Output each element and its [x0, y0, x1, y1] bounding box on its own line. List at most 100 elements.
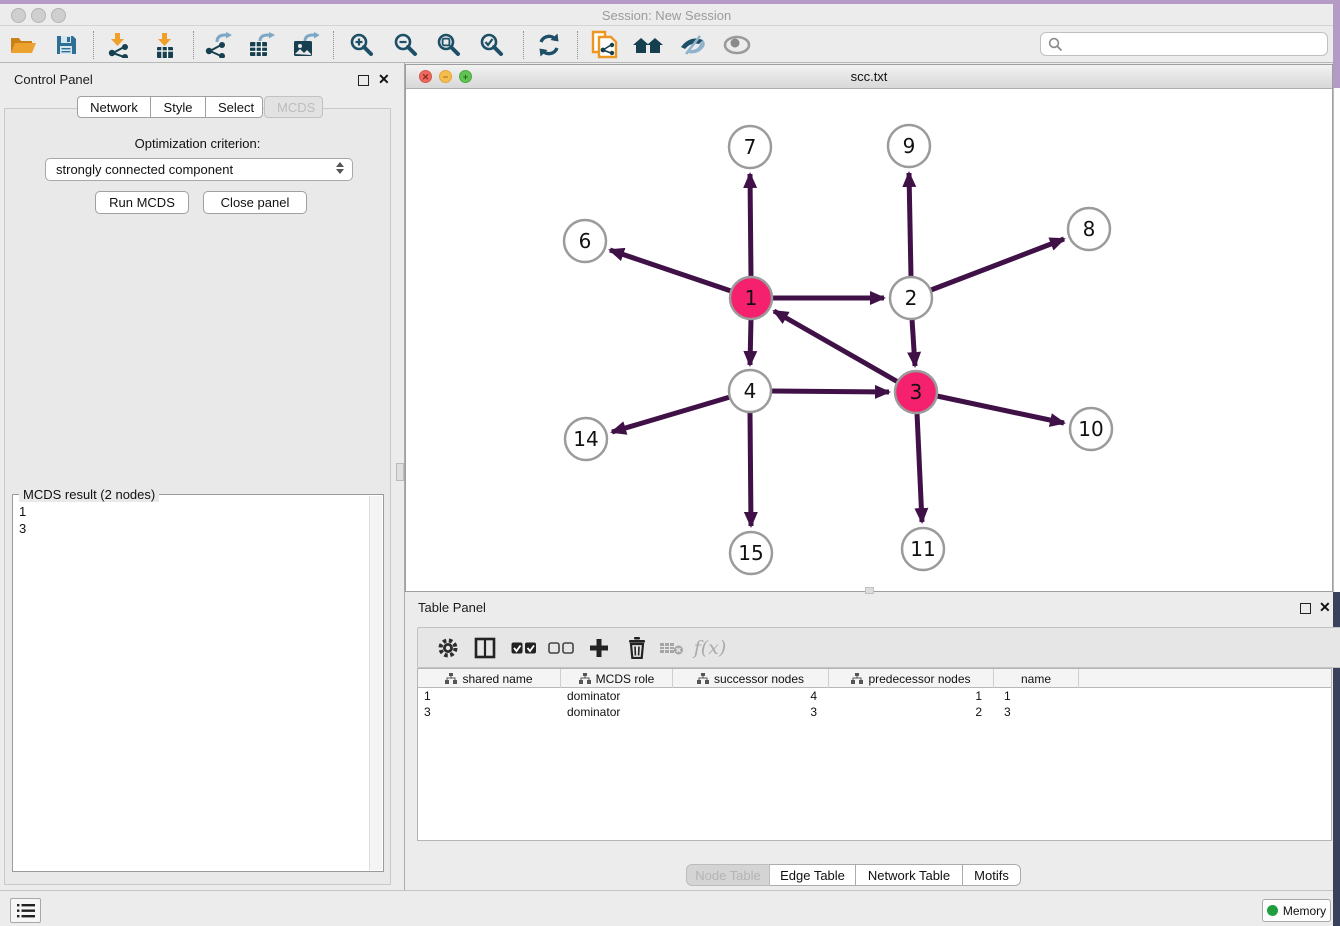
column-header-mcds-role[interactable]: MCDS role	[561, 669, 673, 688]
zoom-out-icon[interactable]	[389, 30, 423, 60]
open-session-icon[interactable]	[6, 30, 40, 60]
save-session-icon[interactable]	[49, 30, 83, 60]
edge-2-9[interactable]	[909, 173, 911, 277]
export-image-icon[interactable]	[288, 30, 322, 60]
criterion-dropdown[interactable]: strongly connected component	[45, 158, 353, 181]
export-network-icon[interactable]	[201, 30, 235, 60]
svg-text:2: 2	[905, 286, 918, 310]
settings-gear-icon[interactable]	[432, 633, 464, 663]
delete-table-icon[interactable]	[656, 633, 688, 663]
edge-3-1[interactable]	[774, 311, 898, 382]
tab-style[interactable]: Style	[151, 96, 206, 118]
node-table-header: shared name MCDS role successor nodes pr…	[418, 669, 1331, 688]
svg-text:14: 14	[573, 427, 598, 451]
float-table-panel-icon[interactable]	[1300, 601, 1311, 619]
node-table: shared name MCDS role successor nodes pr…	[417, 668, 1332, 841]
zoom-fit-icon[interactable]	[432, 30, 466, 60]
result-line: 1	[19, 503, 377, 520]
edge-1-7[interactable]	[750, 174, 751, 277]
export-table-icon[interactable]	[244, 30, 278, 60]
desktop-edge-right-mid	[1333, 88, 1340, 592]
close-table-panel-icon[interactable]: ✕	[1319, 602, 1331, 613]
select-all-rows-icon[interactable]	[508, 633, 540, 663]
status-bar: Memory	[0, 890, 1333, 926]
minimize-window-button[interactable]	[31, 8, 46, 23]
window-title: Session: New Session	[0, 8, 1333, 23]
tab-node-table[interactable]: Node Table	[686, 864, 770, 886]
import-network-icon[interactable]	[101, 30, 135, 60]
edge-4-3[interactable]	[771, 391, 889, 392]
table-row[interactable]: 1 dominator 4 1 1	[418, 688, 1331, 704]
result-scrollbar[interactable]	[369, 496, 382, 870]
horizontal-splitter-grip[interactable]	[865, 587, 874, 594]
show-hidden-icon[interactable]	[720, 30, 754, 60]
memory-button[interactable]: Memory	[1262, 899, 1331, 922]
zoom-window-button[interactable]	[51, 8, 66, 23]
column-header-name[interactable]: name	[994, 669, 1079, 688]
node-2[interactable]: 2	[890, 277, 932, 319]
hide-selected-icon[interactable]	[675, 30, 709, 60]
node-10[interactable]: 10	[1070, 408, 1112, 450]
network-window: ✕ − + scc.txt	[405, 64, 1333, 592]
node-1-selected[interactable]: 1	[730, 277, 772, 319]
edge-1-6[interactable]	[610, 250, 731, 291]
edge-1-4[interactable]	[750, 319, 751, 365]
column-header-successor-nodes[interactable]: successor nodes	[673, 669, 829, 688]
result-line: 3	[19, 520, 377, 537]
import-table-icon[interactable]	[148, 30, 182, 60]
network-window-titlebar[interactable]: ✕ − + scc.txt	[406, 65, 1332, 89]
main-toolbar	[0, 27, 1333, 63]
edge-3-11[interactable]	[917, 413, 922, 522]
split-view-icon[interactable]	[469, 633, 501, 663]
attribute-icon	[851, 673, 863, 684]
column-header-shared-name[interactable]: shared name	[418, 669, 561, 688]
tab-mcds[interactable]: MCDS	[264, 96, 323, 118]
node-9[interactable]: 9	[888, 125, 930, 167]
tab-network-table[interactable]: Network Table	[856, 864, 963, 886]
node-8[interactable]: 8	[1068, 208, 1110, 250]
svg-text:7: 7	[744, 135, 757, 159]
refresh-view-icon[interactable]	[532, 30, 566, 60]
close-panel-icon[interactable]: ✕	[378, 74, 390, 85]
edge-4-14[interactable]	[612, 397, 730, 432]
memory-status-icon	[1267, 905, 1278, 916]
tab-network[interactable]: Network	[77, 96, 151, 118]
vertical-splitter-grip[interactable]	[396, 463, 404, 481]
node-11[interactable]: 11	[902, 528, 944, 570]
svg-text:15: 15	[738, 541, 763, 565]
table-row[interactable]: 3 dominator 3 2 3	[418, 704, 1331, 720]
tab-select[interactable]: Select	[206, 96, 263, 118]
node-4[interactable]: 4	[729, 370, 771, 412]
control-panel: Control Panel ✕ Network Style Select MCD…	[0, 63, 395, 890]
column-header-predecessor-nodes[interactable]: predecessor nodes	[829, 669, 994, 688]
run-mcds-button[interactable]: Run MCDS	[95, 191, 189, 214]
node-6[interactable]: 6	[564, 220, 606, 262]
node-14[interactable]: 14	[565, 418, 607, 460]
list-icon	[17, 904, 35, 918]
node-7[interactable]: 7	[729, 126, 771, 168]
edge-2-3[interactable]	[912, 319, 915, 366]
edge-4-15[interactable]	[750, 412, 751, 526]
network-canvas[interactable]: 7 9 6 8 1 2 4 3 14 10 15 11	[406, 89, 1332, 591]
edge-2-8[interactable]	[931, 239, 1064, 290]
delete-columns-trash-icon[interactable]	[621, 633, 653, 663]
deselect-all-rows-icon[interactable]	[545, 633, 577, 663]
node-3-selected[interactable]: 3	[895, 371, 937, 413]
add-column-icon[interactable]	[583, 633, 615, 663]
search-input[interactable]	[1040, 32, 1328, 56]
close-panel-button[interactable]: Close panel	[203, 191, 307, 214]
node-15[interactable]: 15	[730, 532, 772, 574]
function-builder-icon[interactable]: f(x)	[694, 633, 726, 663]
zoom-selected-icon[interactable]	[475, 30, 509, 60]
task-history-button[interactable]	[10, 898, 41, 923]
network-graph: 7 9 6 8 1 2 4 3 14 10 15 11	[406, 89, 1332, 591]
clone-network-icon[interactable]	[588, 30, 622, 60]
tab-motifs[interactable]: Motifs	[963, 864, 1021, 886]
mcds-result-box: MCDS result (2 nodes) 1 3	[12, 494, 384, 872]
edge-3-10[interactable]	[937, 396, 1064, 423]
zoom-in-icon[interactable]	[345, 30, 379, 60]
close-window-button[interactable]	[11, 8, 26, 23]
float-panel-icon[interactable]	[358, 73, 369, 91]
tab-edge-table[interactable]: Edge Table	[770, 864, 856, 886]
show-all-networks-icon[interactable]	[631, 30, 665, 60]
